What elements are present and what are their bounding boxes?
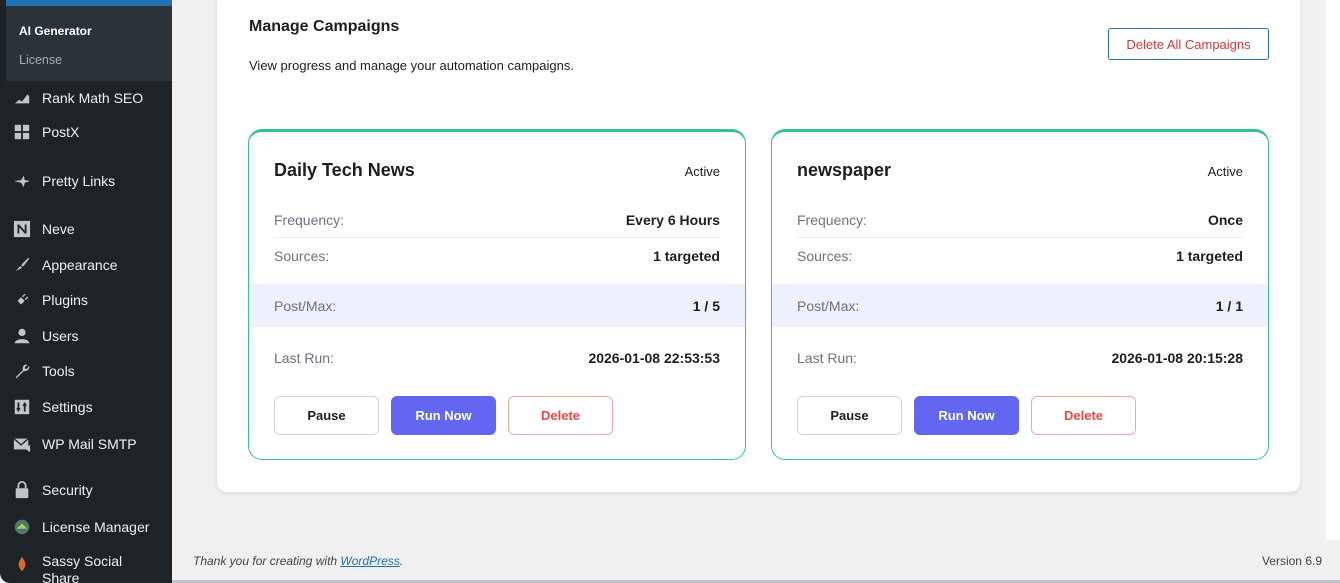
sidebar-item-label: Sassy Social Share: [42, 553, 123, 583]
postmax-row: Post/Max: 1 / 1: [772, 284, 1268, 327]
brush-icon: [12, 255, 32, 275]
sidebar-item-settings[interactable]: Settings: [12, 393, 172, 421]
sidebar-item-users[interactable]: Users: [12, 322, 172, 350]
delete-button[interactable]: Delete: [1031, 396, 1136, 435]
chart-icon: [12, 88, 32, 108]
neve-icon: [12, 219, 32, 239]
postmax-value: 1 / 1: [1215, 297, 1243, 314]
delete-button[interactable]: Delete: [508, 396, 613, 435]
sidebar-item-label: PostX: [42, 124, 80, 140]
footer-thanks-suffix: .: [399, 554, 404, 568]
postmax-row: Post/Max: 1 / 5: [249, 284, 745, 327]
sidebar-item-neve[interactable]: Neve: [12, 215, 172, 243]
mail-icon: [12, 434, 32, 454]
campaign-card: Daily Tech News Active Frequency: Every …: [248, 129, 746, 460]
submenu-item-ai-generator[interactable]: AI Generator: [19, 24, 92, 38]
pause-button[interactable]: Pause: [797, 396, 902, 435]
sidebar-item-license-manager[interactable]: License Manager: [12, 513, 172, 541]
sidebar-item-label: License Manager: [42, 519, 150, 535]
grid-icon: [12, 122, 32, 142]
sidebar-item-label: Security: [42, 482, 93, 498]
delete-all-campaigns-button[interactable]: Delete All Campaigns: [1108, 28, 1269, 60]
sidebar-item-tools[interactable]: Tools: [12, 357, 172, 385]
campaign-name: Daily Tech News: [274, 160, 415, 180]
sidebar-item-label: Plugins: [42, 292, 88, 308]
postmax-label: Post/Max:: [797, 297, 860, 314]
sidebar-item-label: Appearance: [42, 257, 118, 273]
sidebar-item-label: Tools: [42, 363, 75, 379]
frequency-value: Once: [1207, 211, 1243, 228]
status-badge: Active: [1207, 164, 1243, 179]
postmax-label: Post/Max:: [274, 297, 337, 314]
sidebar-item-rank-math[interactable]: Rank Math SEO: [12, 84, 172, 112]
sources-value: 1 targeted: [653, 248, 720, 264]
sidebar-item-label: Pretty Links: [42, 173, 116, 189]
frequency-label: Frequency:: [274, 211, 345, 228]
postmax-value: 1 / 5: [692, 297, 720, 314]
sources-label: Sources:: [274, 248, 330, 264]
sidebar-item-pretty-links[interactable]: Pretty Links: [12, 167, 172, 195]
lock-icon: [12, 480, 32, 500]
frequency-row: Frequency: Once: [797, 202, 1243, 238]
last-run-row: Last Run: 2026-01-08 22:53:53: [274, 340, 720, 376]
sources-value: 1 targeted: [1176, 248, 1243, 264]
pause-button[interactable]: Pause: [274, 396, 379, 435]
page-subtitle: View progress and manage your automation…: [249, 58, 574, 73]
sources-row: Sources: 1 targeted: [797, 238, 1243, 274]
sidebar-item-plugins[interactable]: Plugins: [12, 286, 172, 314]
frequency-label: Frequency:: [797, 211, 868, 228]
run-now-button[interactable]: Run Now: [914, 396, 1019, 435]
frequency-value: Every 6 Hours: [625, 211, 720, 228]
sidebar-item-wp-mail-smtp[interactable]: WP Mail SMTP: [12, 430, 172, 458]
wrench-icon: [12, 361, 32, 381]
last-run-label: Last Run:: [274, 350, 334, 366]
last-run-value: 2026-01-08 22:53:53: [588, 350, 720, 366]
last-run-value: 2026-01-08 20:15:28: [1111, 350, 1243, 366]
sidebar-item-sassy-social-share[interactable]: Sassy Social Share: [12, 549, 172, 583]
plug-icon: [12, 290, 32, 310]
sidebar-item-label: WP Mail SMTP: [42, 436, 137, 452]
sliders-icon: [12, 397, 32, 417]
sidebar-item-postx[interactable]: PostX: [12, 118, 172, 146]
footer-thanks: Thank you for creating with WordPress.: [193, 554, 403, 568]
last-run-row: Last Run: 2026-01-08 20:15:28: [797, 340, 1243, 376]
sources-label: Sources:: [797, 248, 853, 264]
last-run-label: Last Run:: [797, 350, 857, 366]
sidebar-item-appearance[interactable]: Appearance: [12, 251, 172, 279]
frequency-row: Frequency: Every 6 Hours: [274, 202, 720, 238]
footer-thanks-prefix: Thank you for creating with: [193, 554, 341, 568]
sidebar-item-label: Neve: [42, 221, 75, 237]
sidebar-item-label: Users: [42, 328, 79, 344]
run-now-button[interactable]: Run Now: [391, 396, 496, 435]
right-strip: [1326, 0, 1340, 540]
user-icon: [12, 326, 32, 346]
admin-sidebar: AI Generator License Rank Math SEO PostX…: [0, 0, 172, 583]
sidebar-item-security[interactable]: Security: [12, 476, 172, 504]
campaign-card: newspaper Active Frequency: Once Sources…: [771, 129, 1269, 460]
footer-version: Version 6.9: [1261, 554, 1322, 568]
star-icon: [12, 171, 32, 191]
page-title: Manage Campaigns: [249, 18, 400, 35]
share-icon: [12, 554, 32, 574]
campaign-name: newspaper: [797, 160, 892, 180]
sidebar-item-label: Rank Math SEO: [42, 90, 144, 106]
sidebar-item-label: Settings: [42, 399, 93, 415]
key-icon: [12, 517, 32, 537]
sources-row: Sources: 1 targeted: [274, 238, 720, 274]
wordpress-link[interactable]: WordPress: [340, 554, 399, 568]
status-badge: Active: [684, 164, 720, 179]
submenu: AI Generator License: [6, 6, 172, 81]
campaigns-panel: Manage Campaigns View progress and manag…: [217, 0, 1300, 492]
submenu-item-license[interactable]: License: [19, 53, 62, 67]
